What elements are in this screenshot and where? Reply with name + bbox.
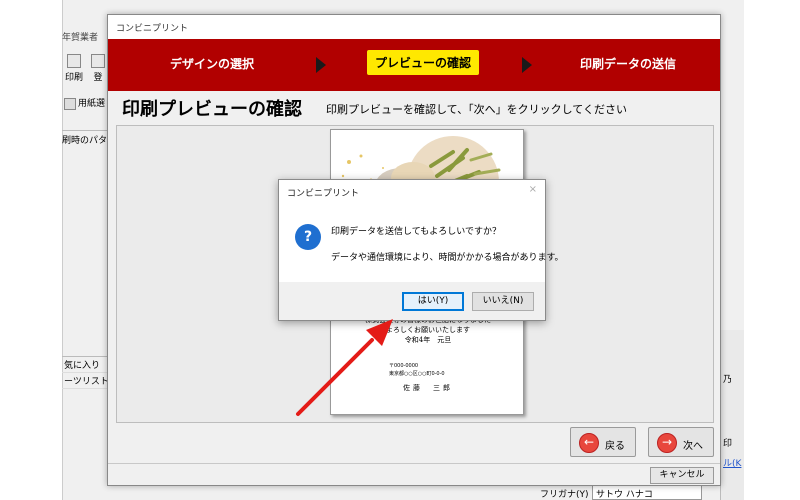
step-design-selection: デザインの選択 [170,57,255,71]
background-furigana-row: フリガナ(Y) サトウ ハナコ [530,484,744,500]
no-button[interactable]: いいえ(N) [472,292,534,311]
background-right-link[interactable]: ル(K [723,456,741,469]
status-bar: キャンセル [108,463,720,485]
background-pattern-label: 刷時のパタ [62,130,110,146]
background-parts-list-item[interactable]: ーツリスト [62,373,110,389]
next-arrow-icon: → [657,433,677,453]
card-message-line: よろしくお願いいたします [386,326,470,334]
step-arrow-icon [316,57,326,73]
dialog-title: コンビニプリント [287,189,360,199]
background-favorites-list: 気に入り ーツリスト [62,356,110,389]
background-toolbar: 印刷 登 [62,50,110,90]
furigana-label: フリガナ(Y) [540,490,589,500]
step-bar: デザインの選択 プレビューの確認 印刷データの送信 [108,39,720,91]
step-arrow-icon [522,57,532,73]
background-right-panel: 乃 印 ル(K [720,330,744,500]
card-date-line: 令和4年 元旦 [404,336,452,344]
question-icon: ? [295,224,321,250]
back-button[interactable]: ← 戻る [570,427,636,457]
step-preview-check: プレビューの確認 [367,50,480,75]
window-title: コンビニプリント [108,15,720,39]
step-send-data: 印刷データの送信 [580,57,677,71]
furigana-input[interactable]: サトウ ハナコ [592,484,702,500]
close-icon[interactable]: × [529,184,537,195]
paper-icon [64,97,76,110]
heading-row: 印刷プレビューの確認 印刷プレビューを確認して、「次へ」をクリックしてください [108,91,720,125]
yes-button[interactable]: はい(Y) [402,292,464,311]
background-right-text: 印 [723,439,733,449]
printer-icon [67,54,81,68]
back-arrow-icon: ← [579,433,599,453]
background-print-button[interactable]: 印刷 [62,50,86,86]
background-favorites-item[interactable]: 気に入り [62,357,110,373]
dialog-sub-message: データや通信環境により、時間がかかる場合があります。 [331,253,564,263]
cancel-button[interactable]: キャンセル [650,467,714,484]
dialog-message: 印刷データを送信してもよろしいですか？ [331,227,502,237]
card-sender-name: 佐藤 三郎 [403,384,453,392]
background-paper-button[interactable]: 用紙選 [64,96,105,110]
card-address: 〒000-0000 東京都○○区○○町0-0-0 [389,363,445,377]
background-right-text: 乃 [723,375,733,385]
next-button[interactable]: → 次へ [648,427,714,457]
navigation-bar: ← 戻る → 次へ [108,423,720,463]
dialog-footer: はい(Y) いいえ(N) [279,282,545,320]
page-instruction: 印刷プレビューを確認して、「次へ」をクリックしてください [326,103,627,116]
send-confirm-dialog: コンビニプリント × ? 印刷データを送信してもよろしいですか？ データや通信環… [278,179,564,321]
background-app-title: 年賀業者 [62,33,99,43]
register-icon [91,54,105,68]
page-title: 印刷プレビューの確認 [122,99,302,120]
desktop-background [0,0,70,500]
